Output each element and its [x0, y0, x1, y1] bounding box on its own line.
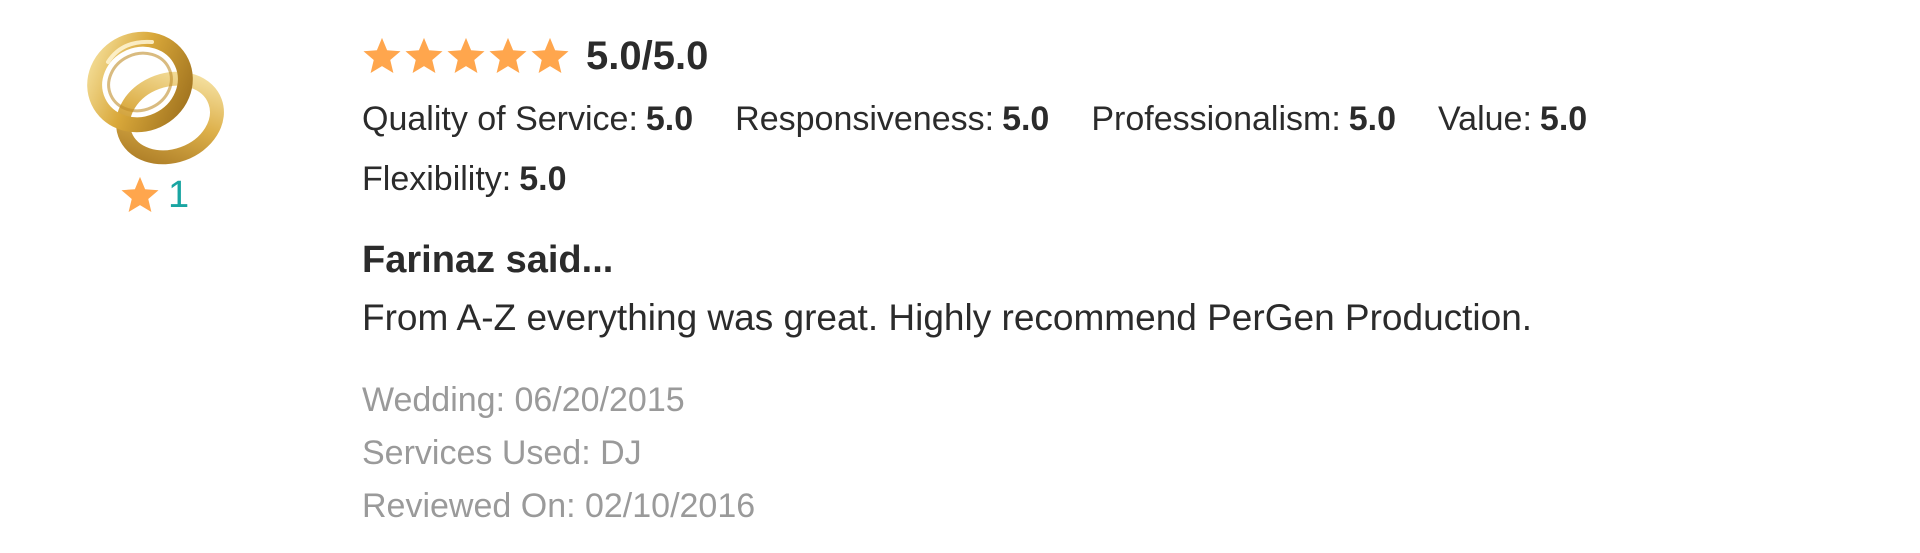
subrating-value: 5.0 — [1002, 100, 1050, 138]
subrating-label: Professionalism: — [1091, 100, 1341, 138]
overall-rating: 5.0/5.0 — [586, 33, 709, 78]
star-icon — [488, 37, 528, 75]
star-icon — [404, 37, 444, 75]
review-card: 5.0/5.0 Quality of Service: 5.0 Responsiv… — [362, 28, 1862, 533]
star-icon — [446, 37, 486, 75]
services-used: Services Used: DJ — [362, 434, 642, 472]
reviewer-heading: Farinaz said... — [362, 239, 614, 281]
subrating-value-for-money: Value: 5.0 — [1438, 98, 1587, 140]
vendor-badge: 1 — [120, 176, 189, 214]
wedding-date: Wedding: 06/20/2015 — [362, 381, 685, 419]
star-icon — [530, 37, 570, 75]
subrating-label: Quality of Service: — [362, 100, 638, 138]
subrating-flexibility: Flexibility: 5.0 — [362, 158, 567, 200]
subrating-value: 5.0 — [1348, 100, 1397, 138]
reviewed-on-date: Reviewed On: 02/10/2016 — [362, 487, 756, 525]
badge-count: 1 — [168, 174, 190, 216]
subrating-value: 5.0 — [1539, 100, 1588, 138]
overall-rating-row: 5.0/5.0 — [362, 28, 1862, 84]
subrating-professionalism: Professionalism: 5.0 — [1091, 98, 1396, 140]
star-icon — [120, 176, 160, 214]
wedding-rings-icon — [82, 22, 232, 170]
subrating-label: Value: — [1438, 100, 1532, 138]
subrating-value: 5.0 — [519, 160, 567, 198]
star-rating — [362, 37, 570, 75]
subrating-label: Flexibility: — [362, 160, 512, 198]
review-text: From A-Z everything was great. Highly re… — [362, 297, 1533, 338]
review-meta: Wedding: 06/20/2015 Services Used: DJ Re… — [362, 374, 1862, 533]
subrating-label: Responsiveness: — [735, 100, 995, 138]
subratings: Quality of Service: 5.0 Responsiveness: 5.… — [362, 98, 1762, 200]
subrating-responsiveness: Responsiveness: 5.0 — [735, 98, 1049, 140]
star-icon — [362, 37, 402, 75]
subrating-quality: Quality of Service: 5.0 — [362, 98, 693, 140]
subrating-value: 5.0 — [645, 100, 694, 138]
